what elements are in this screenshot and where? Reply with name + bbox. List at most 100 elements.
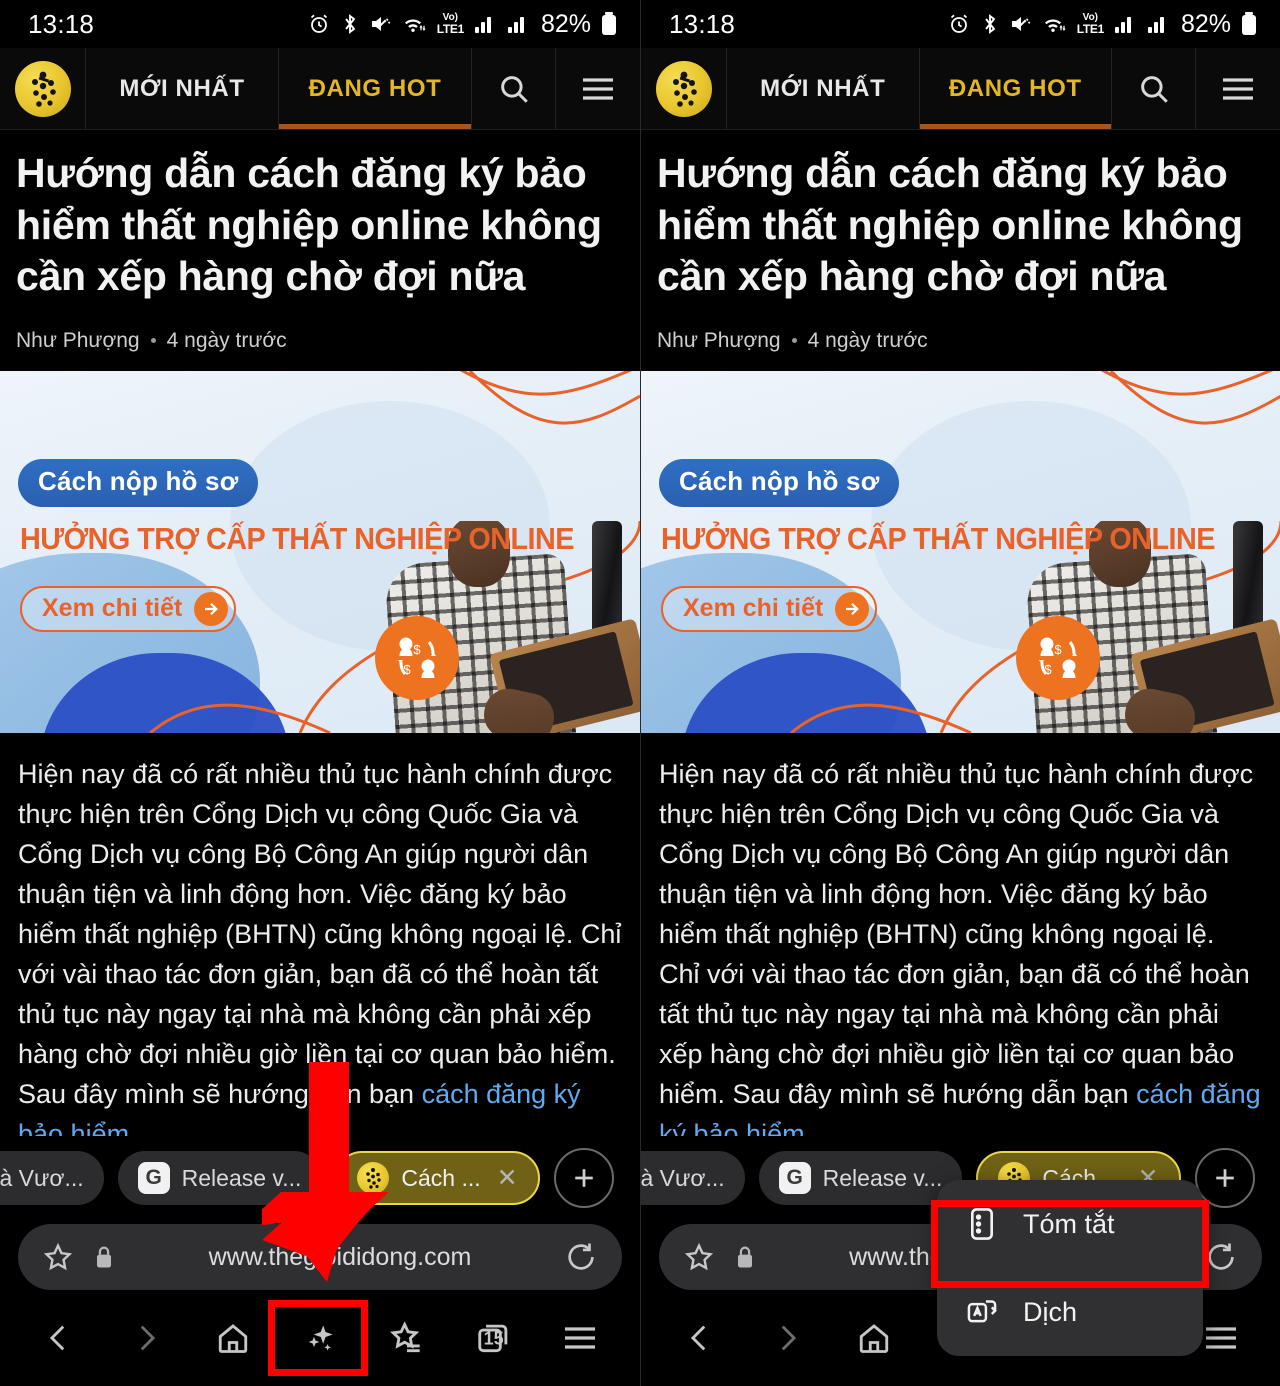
bookmarks-button[interactable]: [371, 1302, 443, 1374]
site-tab-dang-hot[interactable]: ĐANG HOT: [919, 48, 1112, 129]
close-icon[interactable]: ✕: [497, 1163, 518, 1193]
svg-text:$: $: [403, 662, 411, 677]
thegioididong-logo-icon: [655, 60, 712, 117]
battery-percent: 82%: [540, 9, 591, 38]
browser-tab-title: Release v...: [822, 1164, 943, 1191]
status-icons: Vo) LTE1 82%: [947, 10, 1258, 39]
hamburger-menu-icon: [565, 1327, 596, 1349]
browser-tab-0[interactable]: Ta Là Vươ...: [0, 1151, 104, 1205]
lock-icon: [97, 1246, 111, 1268]
site-search-button[interactable]: [472, 48, 556, 129]
signal-icon-1: [474, 17, 491, 33]
article-banner-image: $ $ Cách nộp hồ sơ HƯỞNG TRỢ CẤP THẤT NG…: [641, 370, 1280, 733]
popup-item-label: Dịch: [1023, 1296, 1078, 1327]
signal-icon-2: [507, 17, 524, 33]
svg-text:$: $: [1054, 642, 1062, 657]
reload-icon[interactable]: [564, 1240, 598, 1274]
article-author: Như Phượng: [16, 328, 140, 352]
status-clock: 13:18: [669, 8, 736, 39]
hamburger-menu-icon: [1205, 1327, 1236, 1349]
alarm-icon: [310, 14, 327, 33]
site-search-button[interactable]: [1112, 48, 1196, 129]
banner-bottle: [1233, 520, 1263, 633]
svg-text:$: $: [413, 642, 421, 657]
phone-screen-left: 13:18 Vo) LTE1 82% MỚI NHẤT ĐANG HOT Hướ…: [0, 0, 640, 1386]
phone-screen-right: 13:18 Vo) LTE1 82% MỚI NHẤT ĐANG HOT Hướ…: [640, 0, 1280, 1386]
chevron-left-icon: [50, 1325, 65, 1351]
site-menu-button[interactable]: [556, 48, 640, 129]
article-author: Như Phượng: [657, 328, 781, 352]
star-icon[interactable]: [683, 1241, 715, 1273]
back-button[interactable]: [23, 1302, 95, 1374]
home-button[interactable]: [197, 1302, 269, 1374]
banner-cta-button[interactable]: Xem chi tiết: [20, 585, 237, 632]
site-header: MỚI NHẤT ĐANG HOT: [641, 48, 1280, 130]
home-button[interactable]: [838, 1302, 910, 1374]
article-header: Hướng dẫn cách đăng ký bảo hiểm thất ngh…: [641, 130, 1280, 371]
hamburger-menu-icon: [1223, 77, 1253, 100]
svg-text:$: $: [1044, 662, 1052, 677]
article-time: 4 ngày trước: [807, 328, 928, 352]
plus-icon: [574, 1169, 593, 1187]
banner-money-icon: $ $: [1016, 615, 1100, 700]
banner-title: HƯỞNG TRỢ CẤP THẤT NGHIỆP ONLINE: [661, 520, 1215, 556]
search-icon: [500, 75, 528, 103]
browser-tab-0[interactable]: Ta Là Vươ...: [641, 1151, 745, 1205]
article-body: Hiện nay đã có rất nhiều thủ tục hành ch…: [641, 733, 1280, 1155]
arrow-right-icon: [835, 591, 870, 626]
byline-separator: [791, 338, 797, 344]
new-tab-button[interactable]: [1194, 1148, 1255, 1208]
arrow-right-icon: [194, 591, 229, 626]
volte-icon: Vo) LTE1: [436, 12, 465, 36]
site-tab-moi-nhat[interactable]: MỚI NHẤT: [86, 48, 279, 129]
lock-icon: [738, 1246, 752, 1268]
chevron-right-icon: [781, 1325, 797, 1351]
browser-tab-title: Cách ...: [401, 1164, 481, 1191]
site-menu-button[interactable]: [1196, 48, 1280, 129]
translate-icon: [967, 1300, 997, 1323]
status-bar: 13:18 Vo) LTE1 82%: [0, 0, 640, 48]
highlight-box-sparkle: [268, 1300, 368, 1376]
site-logo[interactable]: [641, 48, 727, 129]
alarm-icon: [950, 14, 967, 33]
home-icon: [859, 1324, 888, 1353]
back-button[interactable]: [664, 1302, 736, 1374]
forward-button[interactable]: [110, 1302, 182, 1374]
banner-cta-label: Xem chi tiết: [42, 594, 183, 623]
signal-icon-2: [1147, 17, 1164, 33]
browser-tab-1[interactable]: G Release v...: [758, 1151, 963, 1205]
site-logo[interactable]: [0, 48, 86, 129]
star-list-icon: [389, 1321, 420, 1353]
bluetooth-icon: [344, 14, 356, 34]
article-header: Hướng dẫn cách đăng ký bảo hiểm thất ngh…: [0, 130, 640, 371]
browser-menu-button[interactable]: [544, 1302, 616, 1374]
article-body-text: Hiện nay đã có rất nhiều thủ tục hành ch…: [18, 758, 622, 1109]
status-clock: 13:18: [28, 8, 95, 39]
article-byline: Như Phượng 4 ngày trước: [16, 329, 624, 371]
banner-money-icon: $ $: [375, 615, 459, 700]
google-icon: G: [137, 1162, 170, 1194]
banner-title: HƯỞNG TRỢ CẤP THẤT NGHIỆP ONLINE: [20, 520, 574, 556]
tabs-button[interactable]: 15: [458, 1302, 530, 1374]
google-icon: G: [778, 1162, 811, 1194]
home-icon: [218, 1324, 248, 1353]
tab-count: 15: [483, 1328, 504, 1349]
article-headline: Hướng dẫn cách đăng ký bảo hiểm thất ngh…: [657, 150, 1243, 300]
chevron-left-icon: [691, 1325, 706, 1351]
highlight-box-tom-tat: [931, 1200, 1209, 1288]
red-down-arrow: [262, 1062, 389, 1282]
forward-button[interactable]: [751, 1302, 823, 1374]
plus-icon: [1215, 1169, 1234, 1187]
site-tab-moi-nhat[interactable]: MỚI NHẤT: [727, 48, 920, 129]
site-tab-dang-hot[interactable]: ĐANG HOT: [279, 48, 472, 129]
article-time: 4 ngày trước: [166, 328, 287, 352]
bluetooth-icon: [984, 14, 996, 34]
new-tab-button[interactable]: [553, 1148, 614, 1208]
banner-cta-button[interactable]: Xem chi tiết: [661, 585, 878, 632]
search-icon: [1140, 75, 1168, 103]
wifi-icon: [404, 19, 426, 32]
star-icon[interactable]: [42, 1241, 74, 1273]
article-body-text: Hiện nay đã có rất nhiều thủ tục hành ch…: [659, 758, 1254, 1109]
status-bar: 13:18 Vo) LTE1 82%: [641, 0, 1280, 48]
reload-icon[interactable]: [1204, 1240, 1238, 1274]
